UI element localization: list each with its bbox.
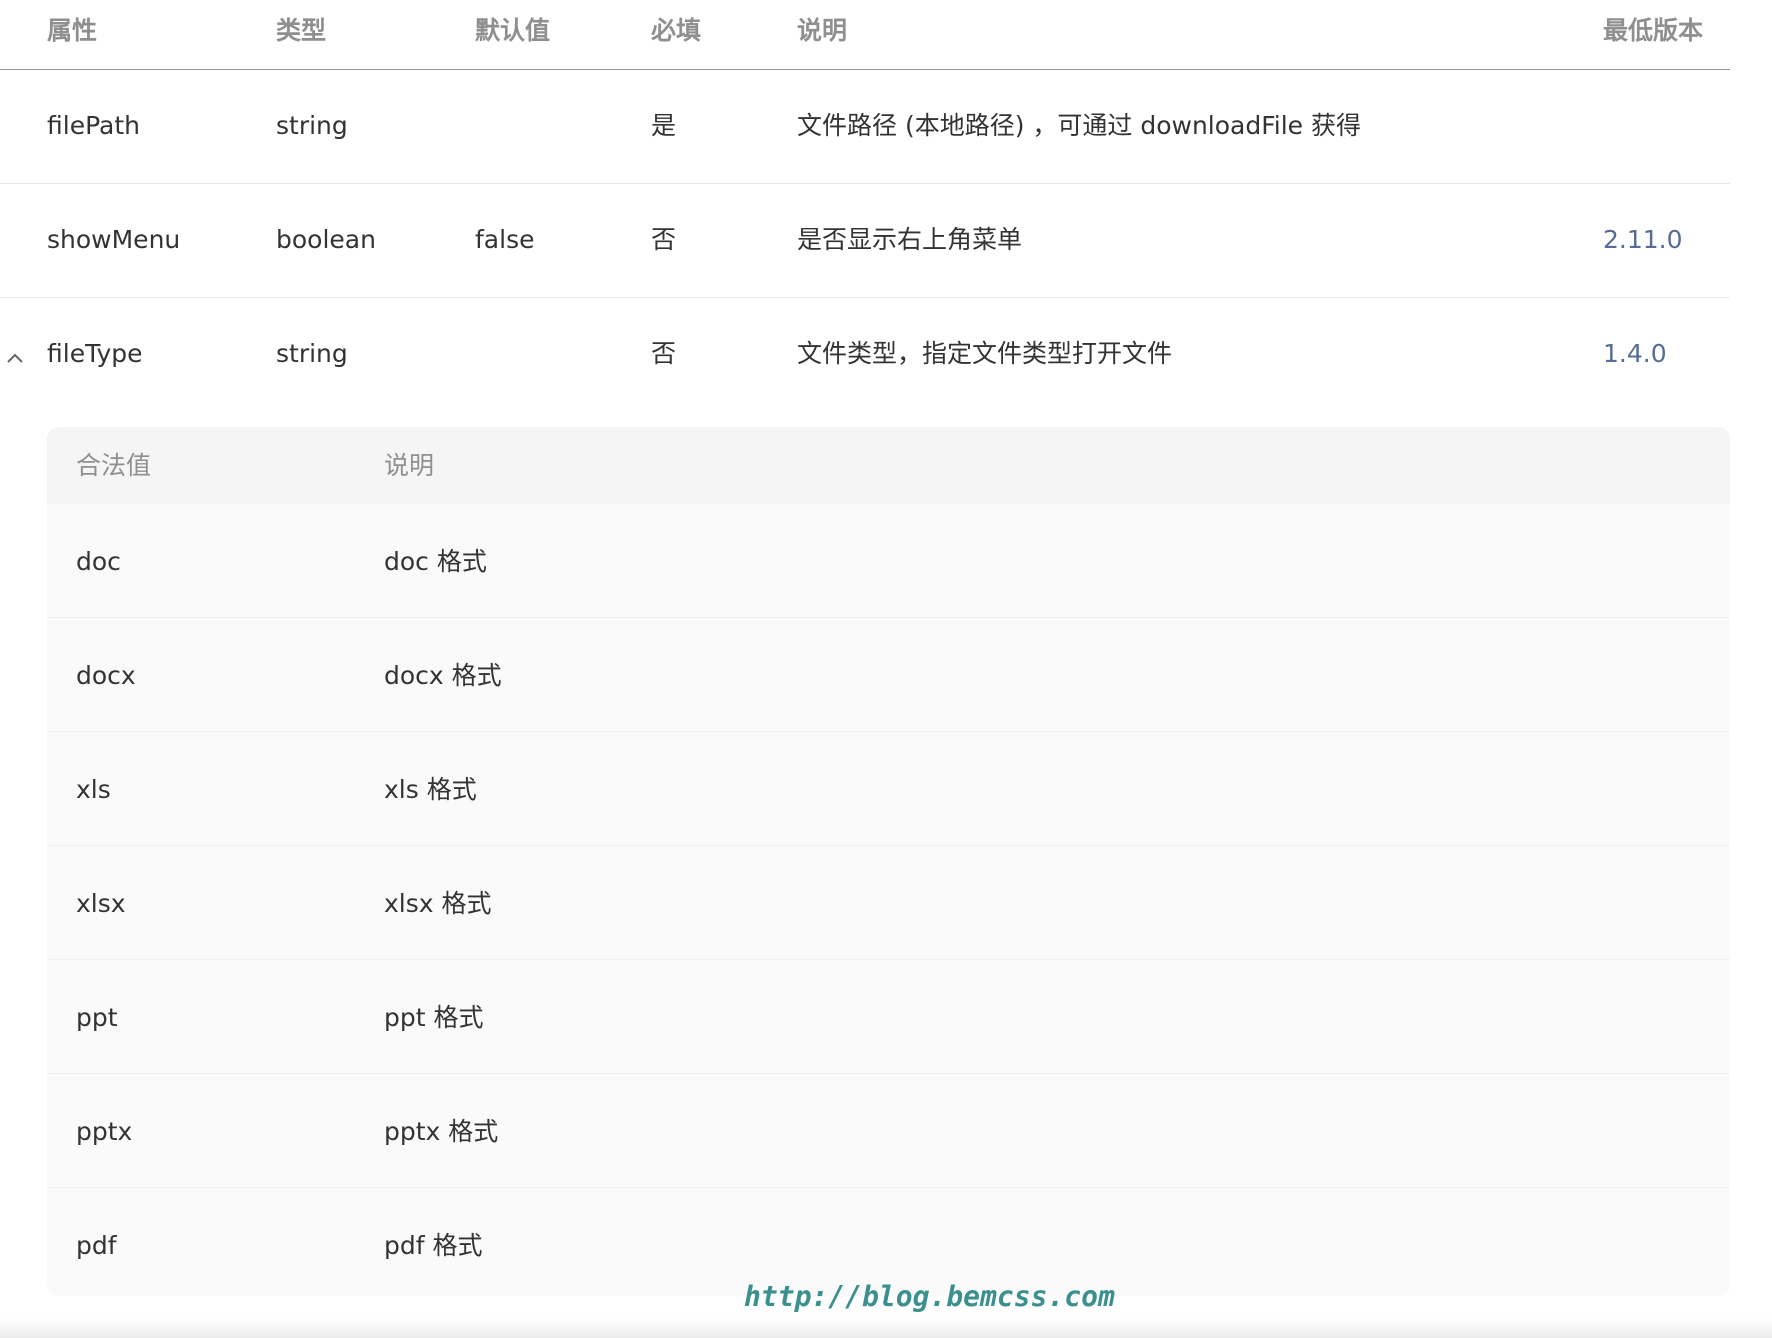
prop-name: fileType (47, 339, 143, 368)
prop-default: false (475, 225, 535, 254)
list-item: pptx pptx 格式 (47, 1074, 1730, 1188)
table-row: filePath string 是 文件路径 (本地路径) ，可通过 downl… (0, 70, 1730, 184)
header-required: 必填 (651, 16, 702, 45)
allowed-value-desc: ppt 格式 (384, 1003, 484, 1032)
list-item: xls xls 格式 (47, 732, 1730, 846)
allowed-values-table: 合法值 说明 doc doc 格式 docx docx 格式 xls xls 格… (47, 427, 1730, 1296)
chevron-up-icon[interactable] (6, 345, 24, 363)
table-row-expandable[interactable]: fileType string 否 文件类型，指定文件类型打开文件 1.4.0 (0, 298, 1730, 411)
prop-required: 是 (651, 111, 677, 140)
prop-required: 否 (651, 225, 677, 254)
prop-type: string (276, 111, 348, 140)
list-item: ppt ppt 格式 (47, 960, 1730, 1074)
allowed-value: pdf (76, 1231, 117, 1260)
allowed-value: pptx (76, 1117, 133, 1146)
prop-desc: 文件类型，指定文件类型打开文件 (797, 339, 1173, 368)
header-version: 最低版本 (1603, 16, 1704, 45)
prop-required: 否 (651, 339, 677, 368)
allowed-value-desc: pdf 格式 (384, 1231, 483, 1260)
allowed-value: docx (76, 661, 136, 690)
header-desc: 说明 (797, 16, 848, 45)
subheader-desc: 说明 (384, 451, 435, 480)
watermark-text: http://blog.bemcss.com (744, 1280, 1115, 1313)
allowed-value-desc: doc 格式 (384, 547, 487, 576)
allowed-value: ppt (76, 1003, 118, 1032)
prop-desc: 是否显示右上角菜单 (797, 225, 1023, 254)
prop-type: string (276, 339, 348, 368)
prop-desc: 文件路径 (本地路径) ，可通过 downloadFile 获得 (797, 111, 1362, 140)
subheader-value: 合法值 (76, 451, 152, 480)
allowed-value: xlsx (76, 889, 126, 918)
prop-version-link[interactable]: 2.11.0 (1603, 227, 1683, 252)
prop-type: boolean (276, 225, 376, 254)
header-default: 默认值 (475, 16, 551, 45)
prop-name: filePath (47, 111, 140, 140)
subtable-header: 合法值 说明 (47, 427, 1730, 504)
list-item: doc doc 格式 (47, 504, 1730, 618)
list-item: xlsx xlsx 格式 (47, 846, 1730, 960)
bottom-divider (0, 1318, 1772, 1338)
properties-table: 属性 类型 默认值 必填 说明 最低版本 filePath string 是 文… (0, 0, 1730, 411)
allowed-value-desc: xls 格式 (384, 775, 477, 804)
table-header: 属性 类型 默认值 必填 说明 最低版本 (0, 0, 1730, 70)
prop-name: showMenu (47, 225, 181, 254)
header-prop: 属性 (47, 16, 98, 45)
allowed-value-desc: pptx 格式 (384, 1117, 499, 1146)
allowed-value: doc (76, 547, 121, 576)
table-row: showMenu boolean false 否 是否显示右上角菜单 2.11.… (0, 184, 1730, 298)
allowed-value: xls (76, 775, 111, 804)
allowed-value-desc: docx 格式 (384, 661, 502, 690)
allowed-value-desc: xlsx 格式 (384, 889, 492, 918)
prop-version-link[interactable]: 1.4.0 (1603, 341, 1667, 366)
header-type: 类型 (276, 16, 327, 45)
list-item: docx docx 格式 (47, 618, 1730, 732)
